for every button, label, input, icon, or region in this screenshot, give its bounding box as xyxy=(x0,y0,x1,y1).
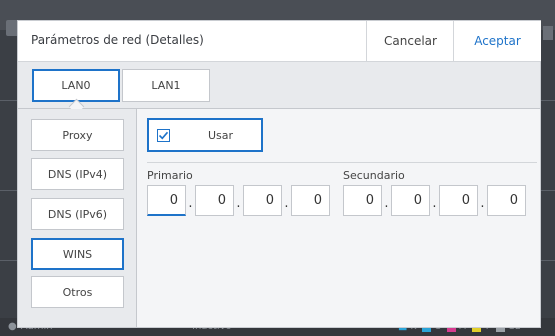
cancel-button[interactable]: Cancelar xyxy=(366,21,454,61)
wins-panel: Usar Primario 0 . 0 . 0 . 0 Secundario 0… xyxy=(137,109,540,327)
secondary-octet-1[interactable]: 0 xyxy=(343,185,382,216)
sidebar-item-proxy[interactable]: Proxy xyxy=(31,119,124,151)
use-checkbox[interactable] xyxy=(157,128,170,142)
dot-separator: . xyxy=(432,196,437,211)
primary-ip-field: 0 . 0 . 0 . 0 xyxy=(147,185,330,216)
primary-octet-3[interactable]: 0 xyxy=(243,185,282,216)
dot-separator: . xyxy=(480,196,485,211)
divider xyxy=(147,162,537,163)
settings-sidebar: Proxy DNS (IPv4) DNS (IPv6) WINS Otros xyxy=(18,109,137,327)
dot-separator: . xyxy=(236,196,241,211)
tab-lan1[interactable]: LAN1 xyxy=(122,69,210,102)
use-label: Usar xyxy=(208,128,234,142)
sidebar-item-otros[interactable]: Otros xyxy=(31,276,124,308)
secondary-octet-2[interactable]: 0 xyxy=(391,185,430,216)
dialog-header: Parámetros de red (Detalles) Cancelar Ac… xyxy=(18,21,541,62)
dot-separator: . xyxy=(188,196,193,211)
user-icon: ● xyxy=(8,321,17,332)
primary-octet-4[interactable]: 0 xyxy=(291,185,330,216)
tab-lan0[interactable]: LAN0 xyxy=(32,69,120,102)
secondary-octet-3[interactable]: 0 xyxy=(439,185,478,216)
dot-separator: . xyxy=(284,196,289,211)
sidebar-item-dns-ipv4[interactable]: DNS (IPv4) xyxy=(31,158,124,190)
network-details-dialog: Parámetros de red (Detalles) Cancelar Ac… xyxy=(17,20,541,328)
primary-octet-1[interactable]: 0 xyxy=(147,185,186,216)
sidebar-item-dns-ipv6[interactable]: DNS (IPv6) xyxy=(31,198,124,230)
dot-separator: . xyxy=(384,196,389,211)
secondary-octet-4[interactable]: 0 xyxy=(487,185,526,216)
sidebar-item-wins[interactable]: WINS xyxy=(31,238,124,270)
lan-tabbar: LAN0 LAN1 xyxy=(18,62,540,115)
secondary-ip-field: 0 . 0 . 0 . 0 xyxy=(343,185,526,216)
accept-button[interactable]: Aceptar xyxy=(453,21,541,61)
use-toggle-button[interactable]: Usar xyxy=(147,118,263,152)
primary-label: Primario xyxy=(147,169,193,182)
checkmark-icon xyxy=(158,131,169,139)
primary-octet-2[interactable]: 0 xyxy=(195,185,234,216)
dialog-title: Parámetros de red (Detalles) xyxy=(31,33,204,47)
background-edge-control xyxy=(543,26,553,40)
secondary-label: Secundario xyxy=(343,169,405,182)
